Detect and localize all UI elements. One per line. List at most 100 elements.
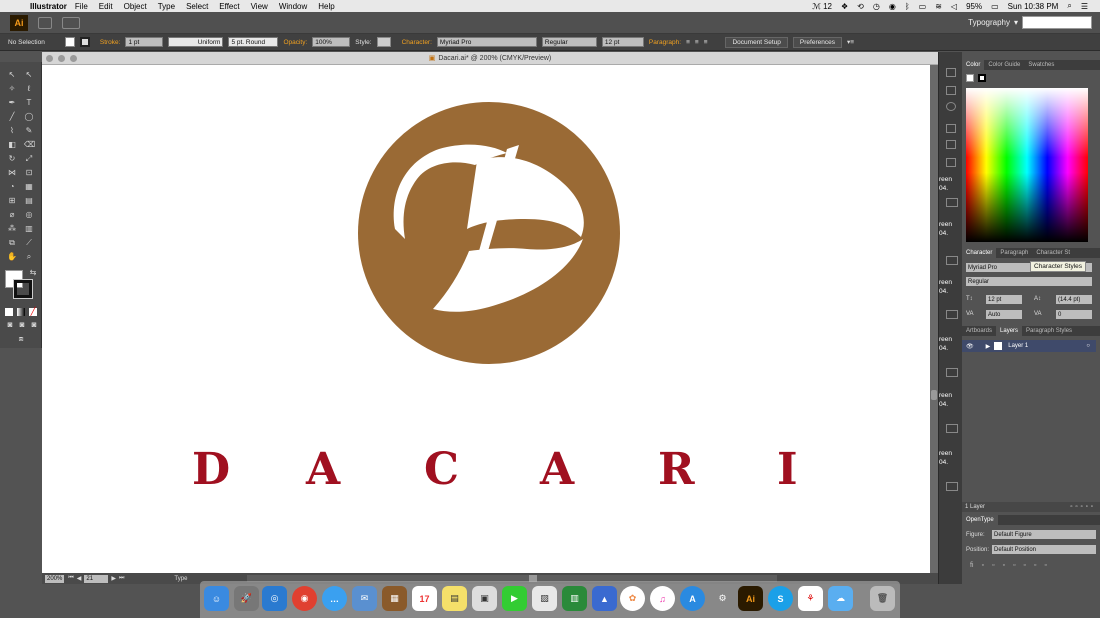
layer-expand-icon[interactable]: ▶ xyxy=(986,343,991,350)
perspective-grid-tool-icon[interactable]: ▦ xyxy=(24,182,34,191)
strip-label-1[interactable]: reen xyxy=(939,176,952,183)
artboard-canvas[interactable]: D A C A R I xyxy=(42,65,930,573)
skype-icon[interactable]: S xyxy=(768,586,793,611)
prev-artboard-icon[interactable]: ◀ xyxy=(77,575,82,582)
strip-label-8[interactable]: 04. xyxy=(939,345,948,352)
magic-wand-tool-icon[interactable]: ✧ xyxy=(7,84,17,93)
bridge-button[interactable] xyxy=(38,16,52,29)
char-size-field[interactable]: 12 pt xyxy=(986,295,1022,304)
symbols-panel-icon[interactable] xyxy=(946,140,956,149)
zoom-tool-icon[interactable]: ⌕ xyxy=(24,252,34,261)
acrobat-icon[interactable]: ⚘ xyxy=(798,586,823,611)
spotlight-icon[interactable]: ⌕ xyxy=(1067,1,1071,11)
search-input[interactable] xyxy=(1022,16,1092,29)
strip-thumb-4[interactable] xyxy=(946,368,958,377)
illustrator-icon[interactable]: Ai xyxy=(738,586,763,611)
eyedropper-tool-icon[interactable]: ⌀ xyxy=(7,210,17,219)
hand-tool-icon[interactable]: ✋ xyxy=(7,252,17,261)
slice-tool-icon[interactable]: ⟋ xyxy=(24,238,34,247)
opentype-ligature-icons[interactable]: ﬁ▫▫▫▫▫▫▫ xyxy=(970,562,1055,569)
menu-type[interactable]: Type xyxy=(158,2,175,11)
timemachine-icon[interactable]: ◷ xyxy=(873,2,880,11)
app-name-menu[interactable]: Illustrator xyxy=(30,2,67,11)
stroke-label[interactable]: Stroke: xyxy=(100,39,121,46)
sound-icon[interactable]: ◁ xyxy=(951,2,957,11)
current-tool-status[interactable]: Type xyxy=(174,576,187,582)
strip-label-11[interactable]: reen xyxy=(939,450,952,457)
ellipse-tool-icon[interactable]: ◯ xyxy=(24,112,34,121)
blend-tool-icon[interactable]: ◎ xyxy=(24,210,34,219)
wifi-icon[interactable]: ≋ xyxy=(935,2,942,11)
finder-icon[interactable]: ☺ xyxy=(204,586,229,611)
strip-label-2[interactable]: 04. xyxy=(939,185,948,192)
preview-icon[interactable]: ▣ xyxy=(472,586,497,611)
photos-icon[interactable]: ▨ xyxy=(532,586,557,611)
arrange-documents-button[interactable] xyxy=(62,16,80,29)
layer-target-icon[interactable]: ○ xyxy=(1086,343,1090,349)
volume-icon[interactable]: ◉ xyxy=(889,2,896,11)
clock[interactable]: Sun 10:38 PM xyxy=(1008,2,1059,11)
wordmark-letter-i[interactable]: I xyxy=(777,448,798,492)
menu-view[interactable]: View xyxy=(251,2,268,11)
strip-label-12[interactable]: 04. xyxy=(939,459,948,466)
column-graph-tool-icon[interactable]: ▥ xyxy=(24,224,34,233)
calendar-icon[interactable]: 17 xyxy=(412,586,437,611)
wordmark-letter-c[interactable]: C xyxy=(424,448,459,492)
tab-layers[interactable]: Layers xyxy=(996,326,1023,336)
chevron-down-icon[interactable]: ▾ xyxy=(1014,18,1018,27)
vertical-scroll-thumb[interactable] xyxy=(931,390,937,400)
color-mode-icon[interactable] xyxy=(5,308,13,316)
char-tracking-field[interactable]: 0 xyxy=(1056,310,1092,319)
safari-icon[interactable]: ◎ xyxy=(262,586,287,611)
symbol-sprayer-tool-icon[interactable]: ⁂ xyxy=(7,224,17,233)
panel-menu-icon[interactable]: ▾≡ xyxy=(847,38,854,46)
wordmark-letter-d[interactable]: D xyxy=(192,448,230,492)
tab-color[interactable]: Color xyxy=(962,60,985,70)
font-family-field[interactable]: Myriad Pro xyxy=(436,37,537,47)
itunes-icon[interactable]: ♫ xyxy=(650,586,675,611)
tab-artboards[interactable]: Artboards xyxy=(962,326,996,336)
menu-object[interactable]: Object xyxy=(124,2,147,11)
direct-selection-tool-icon[interactable]: ↖ xyxy=(24,70,34,79)
wordmark-letter-a[interactable]: A xyxy=(306,448,340,492)
layers-actions-icon[interactable]: ▫▫▫▫▫ xyxy=(1070,504,1096,510)
strip-thumb-3[interactable] xyxy=(946,310,958,319)
opacity-field[interactable]: 100% xyxy=(312,37,351,47)
photos-app-icon[interactable]: ✿ xyxy=(620,586,645,611)
menu-edit[interactable]: Edit xyxy=(99,2,113,11)
tab-opentype[interactable]: OpenType xyxy=(962,515,998,525)
battery-percentage[interactable]: 95% xyxy=(966,2,982,11)
messages-icon[interactable]: … xyxy=(322,586,347,611)
strip-thumb-1[interactable] xyxy=(946,198,958,207)
type-tool-icon[interactable]: T xyxy=(24,98,34,107)
brushes-panel-icon[interactable] xyxy=(946,124,956,133)
none-mode-icon[interactable]: ╱ xyxy=(29,308,37,316)
character-label[interactable]: Character: xyxy=(402,39,432,46)
gradient-tool-icon[interactable]: ▤ xyxy=(24,196,34,205)
line-tool-icon[interactable]: ╱ xyxy=(7,112,17,121)
swap-fill-stroke-icon[interactable]: ⇆ xyxy=(28,268,38,277)
stroke-swatch[interactable] xyxy=(79,37,90,47)
adobe-notification-icon[interactable]: ℳ 12 xyxy=(812,2,832,11)
first-artboard-icon[interactable]: ⏮ xyxy=(68,575,73,582)
icloud-icon[interactable]: ☁ xyxy=(828,586,853,611)
appstore-icon[interactable]: A xyxy=(680,586,705,611)
figure-select[interactable]: Default Figure xyxy=(992,530,1096,539)
strip-label-6[interactable]: 04. xyxy=(939,288,948,295)
notes-icon[interactable]: ▦ xyxy=(382,586,407,611)
stickies-icon[interactable]: ▤ xyxy=(442,586,467,611)
graphic-style-swatch[interactable] xyxy=(376,37,391,47)
char-leading-field[interactable]: (14.4 pt) xyxy=(1056,295,1092,304)
document-setup-button[interactable]: Document Setup xyxy=(725,36,788,48)
color-stroke-indicator[interactable] xyxy=(978,74,986,82)
launchpad-icon[interactable]: 🚀 xyxy=(234,586,259,611)
pen-tool-icon[interactable]: ✒ xyxy=(7,98,17,107)
width-tool-icon[interactable]: ⋈ xyxy=(7,168,17,177)
zoom-level-field[interactable]: 200% xyxy=(45,574,65,583)
pencil-tool-icon[interactable]: ✎ xyxy=(24,126,34,135)
align-center-icon[interactable]: ≡ xyxy=(695,39,699,46)
bluetooth-icon[interactable]: ᛒ xyxy=(905,2,910,11)
opacity-label[interactable]: Opacity: xyxy=(283,39,307,46)
menu-file[interactable]: File xyxy=(75,2,88,11)
strip-label-5[interactable]: reen xyxy=(939,279,952,286)
